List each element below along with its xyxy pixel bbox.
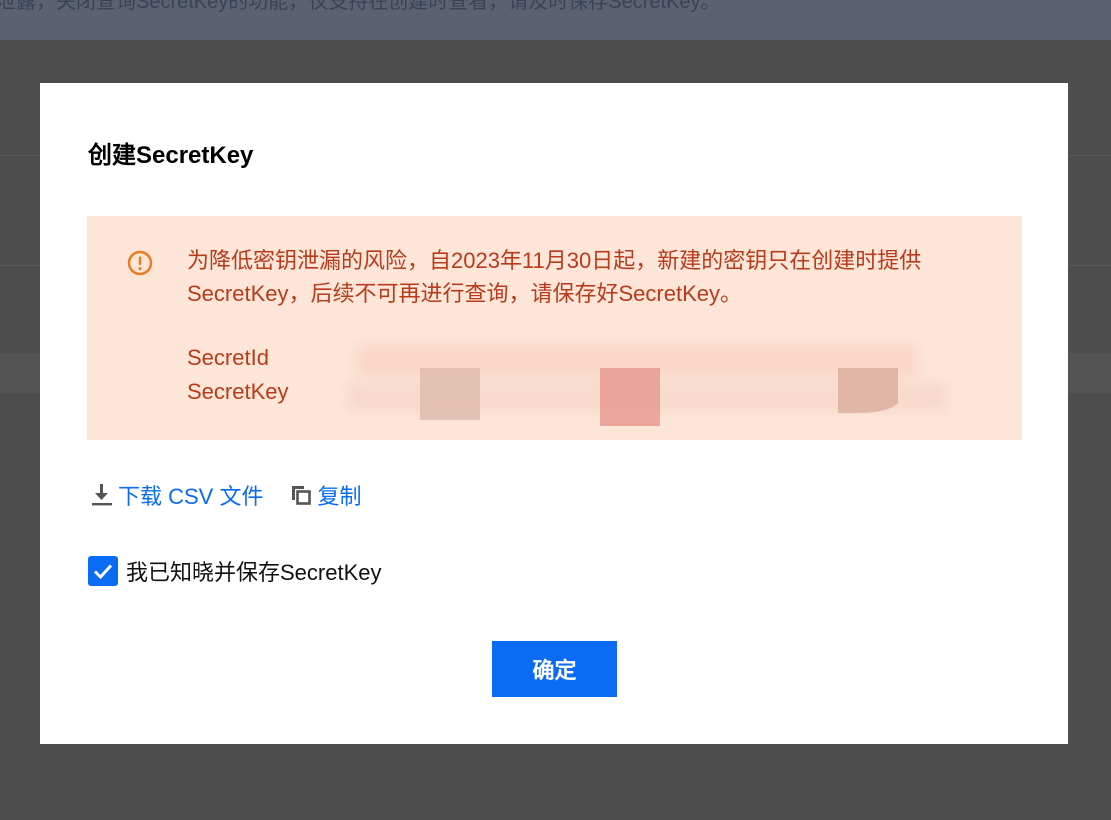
secret-id-label: SecretId <box>187 345 269 370</box>
download-csv-link[interactable]: 下载 CSV 文件 <box>90 479 263 511</box>
copy-label: 复制 <box>317 484 362 509</box>
copy-link[interactable]: 复制 <box>289 479 361 511</box>
download-icon <box>92 484 112 506</box>
background-notice-banner: 泄露，关闭查询SecretKey的功能，仅支持在创建时查看，请及时保存Secre… <box>0 0 1111 40</box>
download-csv-label: 下载 CSV 文件 <box>118 484 264 509</box>
acknowledge-label[interactable]: 我已知晓并保存SecretKey <box>126 555 382 587</box>
acknowledge-row: 我已知晓并保存SecretKey <box>88 555 382 587</box>
warning-notice: 为降低密钥泄漏的风险，自2023年11月30日起，新建的密钥只在创建时提供Sec… <box>87 216 1022 440</box>
copy-icon <box>292 486 312 505</box>
action-links: 下载 CSV 文件 复制 <box>90 480 361 510</box>
checkmark-icon <box>93 564 113 580</box>
warning-message: 为降低密钥泄漏的风险，自2023年11月30日起，新建的密钥只在创建时提供Sec… <box>187 248 922 306</box>
secret-key-label: SecretKey <box>187 379 289 404</box>
redacted-secret-values <box>347 346 947 426</box>
dialog-title: 创建SecretKey <box>88 142 254 169</box>
acknowledge-checkbox[interactable] <box>88 556 118 586</box>
confirm-button[interactable]: 确定 <box>492 641 617 697</box>
background-banner-text: 泄露，关闭查询SecretKey的功能，仅支持在创建时查看，请及时保存Secre… <box>0 0 721 13</box>
exclamation-circle-icon <box>127 250 153 276</box>
create-secretkey-dialog: 创建SecretKey 为降低密钥泄漏的风险，自2023年11月30日起，新建的… <box>40 83 1068 744</box>
